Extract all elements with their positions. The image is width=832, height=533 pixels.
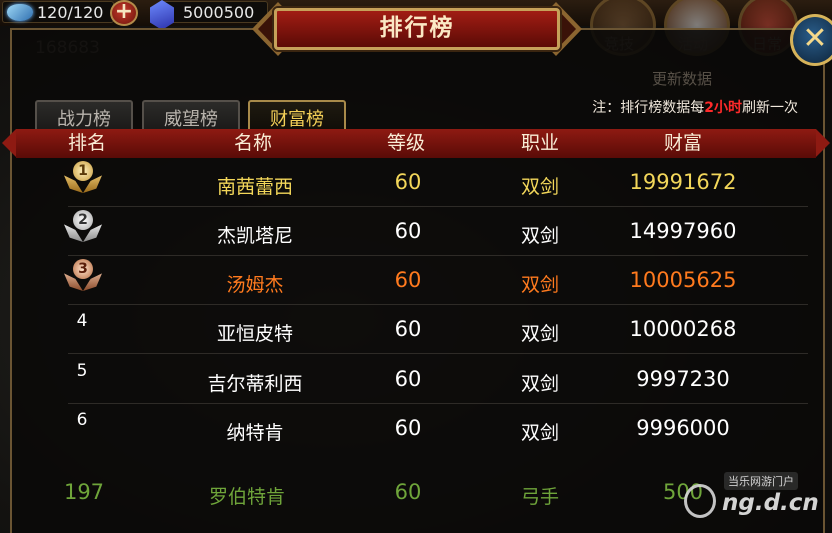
player-name: 南茜蕾西: [216, 176, 294, 198]
gold-medal-icon: 1: [64, 161, 102, 201]
player-level: 60: [394, 170, 422, 194]
row-divider: [68, 353, 808, 354]
gem-value: 5000500: [183, 2, 255, 22]
header-job: 职业: [520, 132, 560, 154]
crystal-icon: [7, 4, 33, 21]
crystal-value: 120/120: [37, 2, 104, 22]
table-row[interactable]: 3 汤姆杰 60 双剑 10005625: [38, 256, 808, 305]
close-icon: ✕: [802, 21, 828, 56]
watermark-logo-text: ng.d.cn: [722, 490, 819, 516]
watermark-tag: 当乐网游门户: [724, 472, 798, 490]
player-wealth: 9997230: [636, 367, 730, 391]
player-name: 杰凯塔尼: [216, 225, 294, 247]
title-plate: 排行榜: [252, 2, 582, 56]
rank-number: 3: [73, 259, 93, 279]
player-wealth: 10005625: [629, 268, 737, 292]
table-row[interactable]: 2 杰凯塔尼 60 双剑 14997960: [38, 207, 808, 256]
rank-number: 2: [73, 210, 93, 230]
page-title: 排行榜: [379, 15, 455, 41]
table-row[interactable]: 5 吉尔蒂利西 60 双剑 9997230: [38, 355, 808, 404]
player-level: 60: [394, 416, 422, 440]
player-job: 双剑: [520, 323, 560, 345]
my-name: 罗伯特肯: [208, 486, 286, 508]
player-name: 汤姆杰: [226, 274, 284, 296]
rank-number: 1: [73, 161, 93, 181]
close-button[interactable]: ✕: [790, 14, 832, 66]
header-rank: 排名: [67, 132, 107, 154]
site-watermark: 当乐网游门户 ng.d.cn: [684, 466, 824, 526]
player-job: 双剑: [520, 422, 560, 444]
table-row[interactable]: 4 亚恒皮特 60 双剑 10000268: [38, 305, 808, 354]
my-job: 弓手: [520, 486, 560, 508]
my-rank: 197: [63, 480, 105, 504]
watermark-logo-icon: [684, 484, 716, 518]
player-level: 60: [394, 219, 422, 243]
player-job: 双剑: [520, 176, 560, 198]
player-job: 双剑: [520, 225, 560, 247]
header-name: 名称: [233, 132, 273, 154]
table-row[interactable]: 1 南茜蕾西 60 双剑 19991672: [38, 158, 808, 207]
player-level: 60: [394, 268, 422, 292]
player-wealth: 14997960: [629, 219, 737, 243]
my-level: 60: [394, 480, 422, 504]
player-level: 60: [394, 317, 422, 341]
header-level: 等级: [386, 132, 426, 154]
table-header: 排名 名称 等级 职业 财富: [2, 129, 830, 158]
table-row[interactable]: 6 纳特肯 60 双剑 9996000: [38, 404, 808, 453]
rank-number: 5: [76, 361, 88, 381]
player-wealth: 9996000: [636, 416, 730, 440]
add-crystal-button[interactable]: +: [110, 0, 138, 26]
refresh-note: 注：排行榜数据每2小时刷新一次: [592, 100, 798, 116]
player-wealth: 19991672: [629, 170, 737, 194]
player-job: 双剑: [520, 274, 560, 296]
player-name: 纳特肯: [226, 422, 284, 444]
faded-update-label: 更新数据: [652, 70, 713, 88]
bronze-medal-icon: 3: [64, 259, 102, 299]
player-wealth: 10000268: [629, 317, 737, 341]
rank-number: 4: [76, 311, 88, 331]
rank-number: 6: [76, 410, 88, 430]
header-wealth: 财富: [663, 132, 703, 154]
player-job: 双剑: [520, 373, 560, 395]
crystal-counter: 120/120: [2, 1, 114, 23]
silver-medal-icon: 2: [64, 210, 102, 250]
player-name: 吉尔蒂利西: [207, 373, 303, 395]
player-name: 亚恒皮特: [216, 323, 294, 345]
player-level: 60: [394, 367, 422, 391]
